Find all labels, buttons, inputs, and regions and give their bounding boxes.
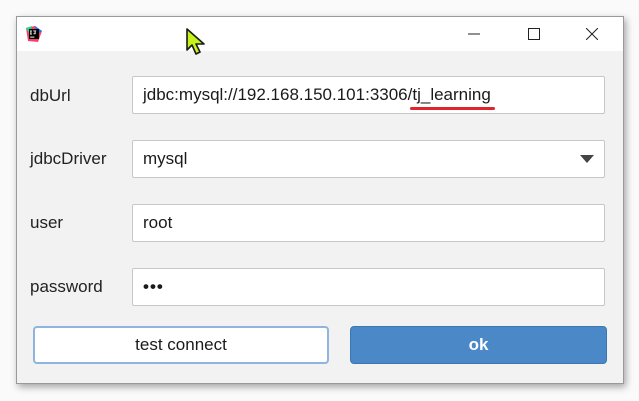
jdbc-driver-select[interactable]: mysql	[132, 140, 605, 178]
mouse-pointer-icon	[186, 28, 208, 61]
test-connect-button[interactable]: test connect	[33, 326, 329, 364]
minimize-icon	[468, 28, 480, 40]
maximize-button[interactable]	[505, 17, 563, 51]
db-url-label: dbUrl	[30, 86, 71, 105]
close-button[interactable]	[563, 17, 621, 51]
close-icon	[586, 28, 598, 40]
user-value: root	[143, 213, 173, 232]
password-masked-value: •••	[143, 277, 164, 296]
jdbc-driver-label: jdbcDriver	[30, 149, 107, 168]
minimize-button[interactable]	[445, 17, 503, 51]
db-url-flagged-text: tj_learning	[412, 85, 491, 104]
connection-dialog: dbUrl jdbc:mysql://192.168.150.101:3306/…	[16, 16, 624, 384]
title-bar[interactable]	[17, 17, 623, 51]
password-label: password	[30, 277, 103, 296]
ok-button[interactable]: ok	[350, 326, 607, 364]
db-url-value-prefix: jdbc:mysql://192.168.150.101:3306/	[143, 85, 413, 104]
chevron-down-icon[interactable]	[580, 155, 594, 163]
maximize-icon	[528, 28, 540, 40]
jdbc-driver-selected-value: mysql	[143, 149, 188, 168]
user-input[interactable]: root	[132, 204, 605, 242]
spellcheck-underline	[410, 107, 495, 110]
password-input[interactable]: •••	[132, 268, 605, 306]
db-url-input[interactable]: jdbc:mysql://192.168.150.101:3306/tj_lea…	[132, 76, 605, 114]
db-url-value-flagged: tj_learning	[410, 77, 495, 113]
intellij-idea-icon	[26, 26, 42, 42]
user-label: user	[30, 213, 64, 232]
